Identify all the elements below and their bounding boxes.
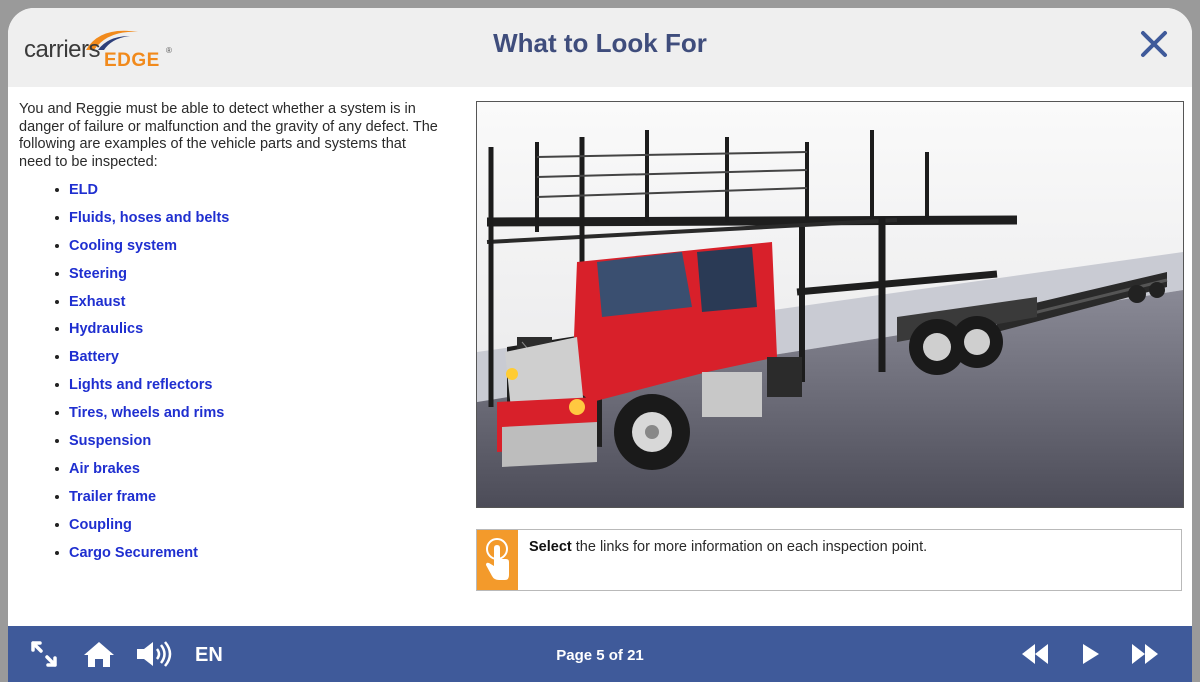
bullet: [55, 439, 59, 444]
link-label: Air brakes: [69, 460, 140, 477]
link-steering[interactable]: Steering: [48, 264, 229, 292]
link-label: Trailer frame: [69, 488, 157, 505]
bullet: [55, 215, 59, 220]
link-battery[interactable]: Battery: [48, 347, 229, 375]
link-label: Steering: [69, 265, 128, 282]
instruction-tip: Select the links for more information on…: [476, 529, 1182, 591]
link-label: Exhaust: [69, 293, 126, 310]
link-tires-wheels-rims[interactable]: Tires, wheels and rims: [48, 403, 229, 431]
link-label: Hydraulics: [69, 321, 144, 338]
bullet: [55, 327, 59, 332]
header-bar: carriers EDGE ® What to Look For: [8, 8, 1192, 87]
instruction-rest: the links for more information on each i…: [571, 539, 928, 555]
link-eld[interactable]: ELD: [48, 180, 229, 208]
play-icon: [1083, 644, 1099, 664]
page-indicator: Page 5 of 21: [556, 647, 644, 664]
fast-forward-icon: [1132, 644, 1158, 664]
next-page-button[interactable]: [1130, 642, 1160, 671]
pointer-hand-graphic: [486, 538, 509, 580]
footer-nav-bar: EN Page 5 of 21: [8, 626, 1192, 682]
instruction-bold-word: Select: [529, 539, 572, 555]
bullet: [55, 550, 59, 555]
link-label: Cargo Securement: [69, 544, 198, 561]
link-label: ELD: [69, 182, 98, 198]
bullet: [55, 355, 59, 360]
car-hauler-truck-image: [476, 101, 1184, 508]
link-lights-reflectors[interactable]: Lights and reflectors: [48, 375, 229, 403]
link-cooling-system[interactable]: Cooling system: [48, 236, 229, 264]
link-coupling[interactable]: Coupling: [48, 515, 229, 543]
link-hydraulics[interactable]: Hydraulics: [48, 319, 229, 347]
bullet: [55, 383, 59, 388]
link-exhaust[interactable]: Exhaust: [48, 292, 229, 320]
link-air-brakes[interactable]: Air brakes: [48, 459, 229, 487]
link-label: Tires, wheels and rims: [69, 405, 225, 422]
previous-page-button[interactable]: [1020, 642, 1050, 671]
bullet: [55, 243, 59, 248]
link-label: Fluids, hoses and belts: [69, 209, 230, 226]
bullet: [55, 494, 59, 499]
bullet: [55, 299, 59, 304]
link-label: Battery: [69, 349, 119, 366]
bullet: [55, 188, 59, 192]
link-trailer-frame[interactable]: Trailer frame: [48, 487, 229, 515]
close-icon: [1141, 31, 1167, 57]
bullet: [55, 466, 59, 471]
rewind-icon: [1022, 644, 1048, 664]
link-label: Cooling system: [69, 237, 177, 254]
car-hauler-illustration: [477, 102, 1183, 507]
bullet: [55, 411, 59, 416]
bullet: [55, 271, 59, 276]
pointer-hand-icon: [477, 530, 518, 590]
page-title: What to Look For: [493, 28, 707, 58]
link-cargo-securement[interactable]: Cargo Securement: [48, 543, 229, 571]
play-button[interactable]: [1080, 642, 1102, 671]
close-button[interactable]: [1136, 26, 1172, 62]
link-suspension[interactable]: Suspension: [48, 431, 229, 459]
instruction-text: Select the links for more information on…: [529, 539, 927, 555]
link-label: Coupling: [69, 516, 132, 533]
bullet: [55, 522, 59, 527]
intro-text: You and Reggie must be able to detect wh…: [19, 101, 438, 170]
inspection-links-list: ELD Fluids, hoses and belts Cooling syst…: [48, 180, 229, 570]
link-fluids-hoses-belts[interactable]: Fluids, hoses and belts: [48, 208, 229, 236]
link-label: Lights and reflectors: [69, 377, 213, 394]
course-window: carriers EDGE ® What to Look For You and…: [8, 8, 1192, 682]
link-label: Suspension: [69, 433, 152, 450]
